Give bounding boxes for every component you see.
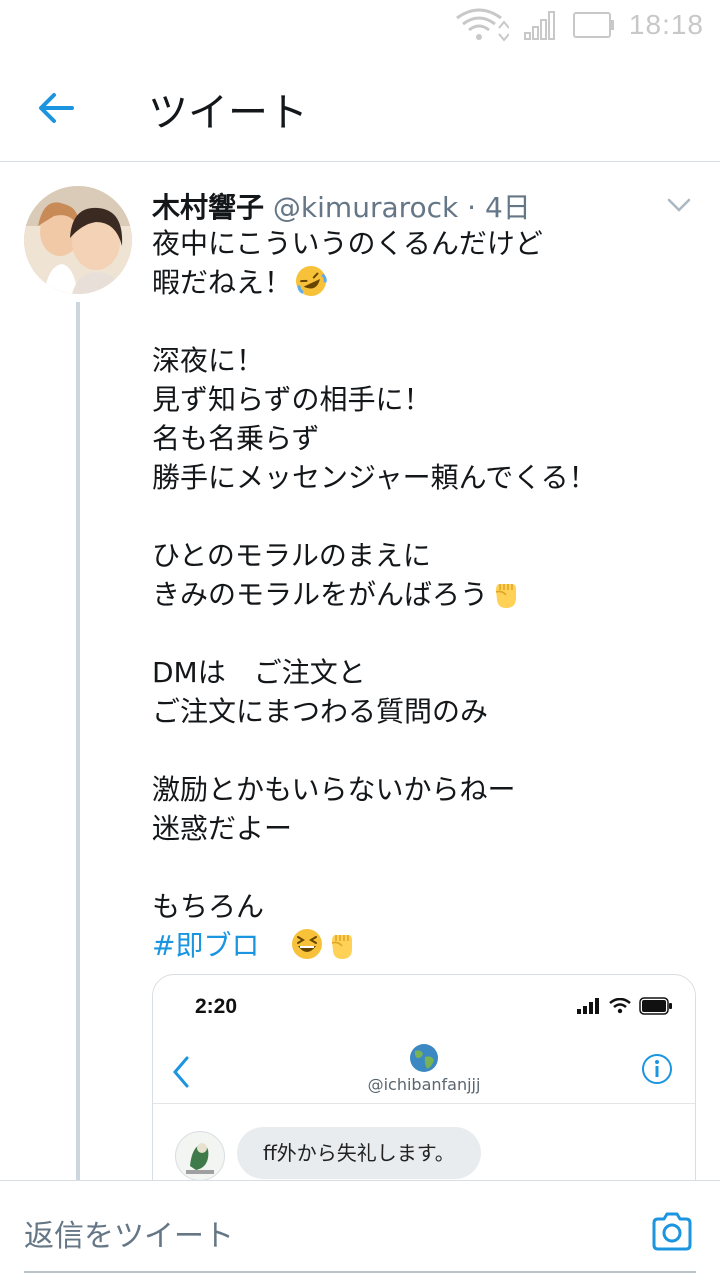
author-avatar[interactable] <box>24 186 132 294</box>
tweet-line: 暇だねえ！ <box>152 263 692 302</box>
camera-icon[interactable] <box>650 1211 694 1253</box>
tweet-header: 木村響子 @kimurarock · 4日 <box>152 186 531 226</box>
tweet-line: もちろん <box>152 890 265 923</box>
tweet-line <box>152 497 692 536</box>
battery-icon <box>639 997 672 1015</box>
author-name[interactable]: 木村響子 <box>152 191 264 224</box>
message-bubble: ff外から失礼します。 <box>237 1127 481 1179</box>
status-bar: 18:18 <box>0 0 720 50</box>
wifi-icon <box>609 998 631 1014</box>
tweet[interactable]: 木村響子 @kimurarock · 4日 夜中にこういうのくるんだけど 暇だね… <box>0 162 720 1180</box>
author-handle[interactable]: @kimurarock <box>273 191 458 224</box>
dm-recipient-handle: @ichibanfanjjj <box>367 1075 481 1094</box>
image-divider <box>153 1103 695 1104</box>
tweet-line: 名も名乗らず <box>152 422 320 455</box>
raised-fist-icon <box>495 584 517 608</box>
thread-line <box>76 302 80 1180</box>
meta-separator: · <box>458 191 485 224</box>
signal-icon <box>523 11 555 40</box>
tweet-line: 迷惑だよー <box>152 812 293 845</box>
image-status-icons <box>577 997 673 1015</box>
clock: 18:18 <box>628 9 704 40</box>
raised-fist-icon <box>332 935 353 959</box>
reply-input-underline <box>24 1271 696 1273</box>
signal-icon <box>577 998 599 1014</box>
tweet-line: きみのモラルをがんばろう <box>152 575 692 614</box>
tweet-line: 勝手にメッセンジャー頼んでくる！ <box>152 461 597 494</box>
tweet-line <box>152 848 692 887</box>
tweet-line <box>152 302 692 341</box>
back-arrow-icon[interactable] <box>36 88 76 128</box>
avatar-photo <box>24 186 132 294</box>
reply-input[interactable]: 返信をツイート <box>24 1211 234 1255</box>
page-title: ツイート <box>148 90 308 136</box>
tweet-line: 見ず知らずの相手に！ <box>152 383 432 416</box>
battery-icon <box>572 12 614 38</box>
reply-bar: 返信をツイート <box>0 1180 720 1281</box>
globe-icon <box>410 1044 438 1072</box>
tweet-line: #即ブロ <box>152 926 692 965</box>
tweet-line-text: 暇だねえ！ <box>152 266 293 299</box>
tweet-line-text: きみのモラルをがんばろう <box>152 578 489 611</box>
attached-image[interactable]: 2:20 @ichibanfanjjj ff外から失礼します。 <box>152 974 696 1180</box>
wifi-icon <box>456 8 509 42</box>
tweet-line: 深夜に！ <box>152 344 265 377</box>
tweet-line <box>152 614 692 653</box>
chevron-down-icon[interactable] <box>666 192 692 218</box>
tweet-line <box>152 731 692 770</box>
top-app-bar: ツイート <box>0 50 720 162</box>
grinning-squinting-face-icon <box>292 929 323 959</box>
image-status-time: 2:20 <box>195 995 238 1018</box>
tweet-line: 夜中にこういうのくるんだけど <box>152 227 543 260</box>
sender-avatar <box>175 1131 225 1180</box>
tweet-text: 夜中にこういうのくるんだけど 暇だねえ！ 深夜に！ 見ず知らずの相手に！ 名も名… <box>152 224 692 965</box>
tweet-age: 4日 <box>484 191 531 224</box>
rolling-on-floor-laughing-icon <box>296 266 327 296</box>
info-icon <box>642 1054 672 1084</box>
hashtag-link[interactable]: #即ブロ <box>152 929 259 962</box>
tweet-line: ひとのモラルのまえに <box>152 539 431 572</box>
tweet-line: ご注文にまつわる質問のみ <box>152 695 489 728</box>
tweet-line: 激励とかもいらないからねー <box>152 773 516 806</box>
tweet-line: DMは ご注文と <box>152 656 366 689</box>
